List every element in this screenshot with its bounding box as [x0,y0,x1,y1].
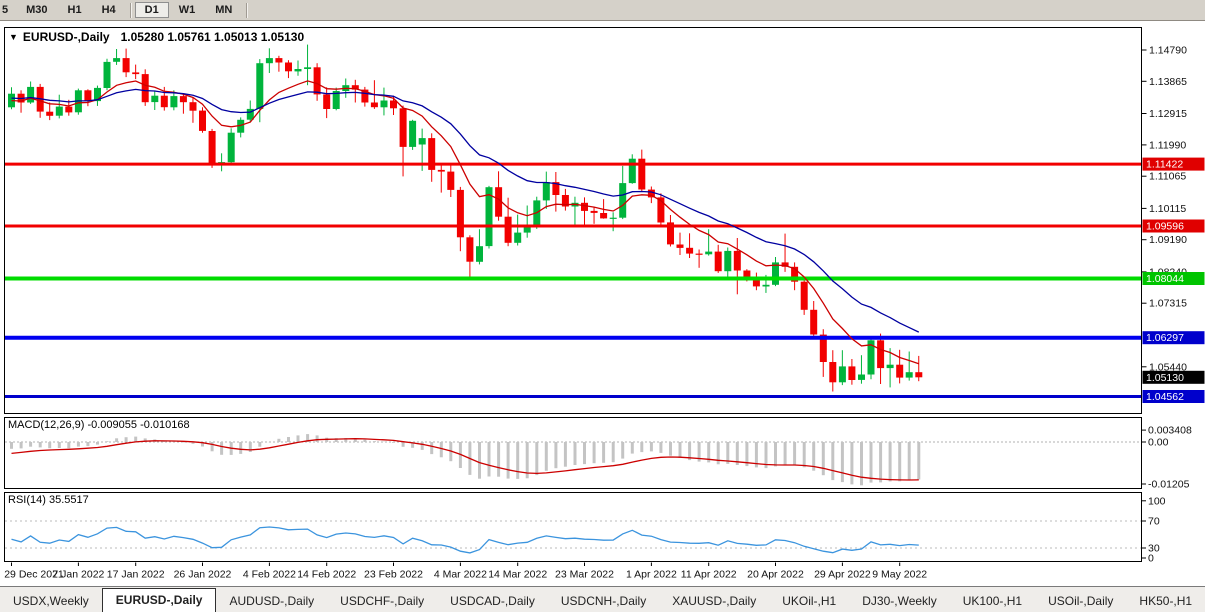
svg-text:20 Apr 2022: 20 Apr 2022 [747,569,804,581]
tab-usdx-weekly[interactable]: USDX,Weekly [0,591,102,612]
timeframe-button-mn[interactable]: MN [205,2,242,18]
timeframe-button-d1[interactable]: D1 [135,2,169,18]
svg-text:26 Jan 2022: 26 Jan 2022 [174,569,232,581]
price-badge-1-04562: 1.04562 [1143,390,1205,403]
tab-usdcnh-daily[interactable]: USDCNH-,Daily [548,591,659,612]
symbol-dropdown-icon: ▼ [9,32,18,42]
current-price-badge: 1.05130 [1143,371,1205,384]
price-panel [5,28,1142,414]
tab-uk100-h1[interactable]: UK100-,H1 [950,591,1035,612]
svg-text:-0.01205: -0.01205 [1148,479,1190,491]
timeframe-button-m30[interactable]: M30 [16,2,57,18]
svg-text:1.07315: 1.07315 [1149,298,1187,310]
svg-text:1 Apr 2022: 1 Apr 2022 [626,569,677,581]
svg-text:1.12915: 1.12915 [1149,108,1187,120]
price-badge-1-08044: 1.08044 [1143,272,1205,285]
tab-usoil-daily[interactable]: USOil-,Daily [1035,591,1126,612]
svg-text:1.14790: 1.14790 [1149,45,1187,57]
timeframe-button-h4[interactable]: H4 [92,2,126,18]
tab-usdchf-daily[interactable]: USDCHF-,Daily [327,591,437,612]
svg-text:1.09596: 1.09596 [1146,221,1184,233]
svg-text:0.003408: 0.003408 [1148,425,1192,437]
date-axis: 29 Dec 20217 Jan 202217 Jan 202226 Jan 2… [4,563,927,581]
svg-text:9 May 2022: 9 May 2022 [872,569,927,581]
svg-text:70: 70 [1148,516,1160,528]
chart-symbol-label: EURUSD-,Daily [23,30,110,44]
svg-text:23 Feb 2022: 23 Feb 2022 [364,569,423,581]
toolbar-separator [130,3,131,18]
macd-indicator-label: MACD(12,26,9) -0.009055 -0.010168 [8,419,190,431]
svg-text:23 Mar 2022: 23 Mar 2022 [555,569,614,581]
tab-ukoil-h1[interactable]: UKOil-,H1 [769,591,849,612]
price-axis: 1.14790 1.13865 1.12915 1.11990 1.11065 1.101… [1142,45,1187,374]
tab-dj30-weekly[interactable]: DJ30-,Weekly [849,591,949,612]
tab-audusd-daily[interactable]: AUDUSD-,Daily [216,591,327,612]
svg-text:1.06297: 1.06297 [1146,332,1184,344]
price-badge-1-09596: 1.09596 [1143,220,1205,233]
indicator-axis: 0.0034080.00-0.0120510070300 [1142,425,1192,565]
svg-text:29 Apr 2022: 29 Apr 2022 [814,569,871,581]
chart-canvas[interactable]: 1.14790 1.13865 1.12915 1.11990 1.11065 1.101… [0,0,1205,612]
price-badge-1-11422: 1.11422 [1143,158,1205,171]
tab-eurusd-daily[interactable]: EURUSD-,Daily [102,588,217,612]
rsi-indicator-label: RSI(14) 35.5517 [8,494,89,506]
chart-title: ▼ EURUSD-,Daily 1.05280 1.05761 1.05013 1.… [9,30,304,44]
svg-text:1.11065: 1.11065 [1149,171,1186,183]
svg-text:1.05130: 1.05130 [1146,372,1184,384]
svg-text:14 Mar 2022: 14 Mar 2022 [488,569,547,581]
trading-platform-window: 5M30H1H4 D1W1MN 1.14790 1.13865 1.12915 1.11… [0,0,1205,612]
svg-text:1.04562: 1.04562 [1146,391,1184,403]
svg-text:1.10115: 1.10115 [1149,203,1186,215]
timeframe-button-h1[interactable]: H1 [58,2,92,18]
symbol-tab-bar: USDX,WeeklyEURUSD-,DailyAUDUSD-,DailyUSD… [0,586,1205,612]
chart-ohlc-values: 1.05280 1.05761 1.05013 1.05130 [121,30,305,44]
svg-text:1.09190: 1.09190 [1149,234,1187,246]
svg-text:1.11422: 1.11422 [1146,159,1183,171]
svg-text:4 Mar 2022: 4 Mar 2022 [434,569,487,581]
svg-text:100: 100 [1148,495,1166,507]
svg-text:1.13865: 1.13865 [1149,76,1187,88]
rsi-panel [5,493,1142,562]
price-badge-1-06297: 1.06297 [1143,331,1205,344]
svg-text:0: 0 [1148,553,1154,565]
svg-text:11 Apr 2022: 11 Apr 2022 [681,569,737,581]
timeframe-button-5[interactable]: 5 [0,2,16,18]
svg-text:1.11990: 1.11990 [1149,139,1186,151]
tab-xauusd-daily[interactable]: XAUUSD-,Daily [659,591,769,612]
tab-hk50-h1[interactable]: HK50-,H1 [1126,591,1205,612]
svg-text:17 Jan 2022: 17 Jan 2022 [107,569,165,581]
toolbar-separator [246,3,247,18]
svg-text:4 Feb 2022: 4 Feb 2022 [243,569,296,581]
timeframe-toolbar: 5M30H1H4 D1W1MN [0,0,1205,21]
svg-text:0.00: 0.00 [1148,437,1169,449]
svg-text:1.08044: 1.08044 [1146,273,1184,285]
tab-usdcad-daily[interactable]: USDCAD-,Daily [437,591,548,612]
svg-text:14 Feb 2022: 14 Feb 2022 [297,569,356,581]
timeframe-button-w1[interactable]: W1 [169,2,206,18]
svg-text:7 Jan 2022: 7 Jan 2022 [52,569,104,581]
